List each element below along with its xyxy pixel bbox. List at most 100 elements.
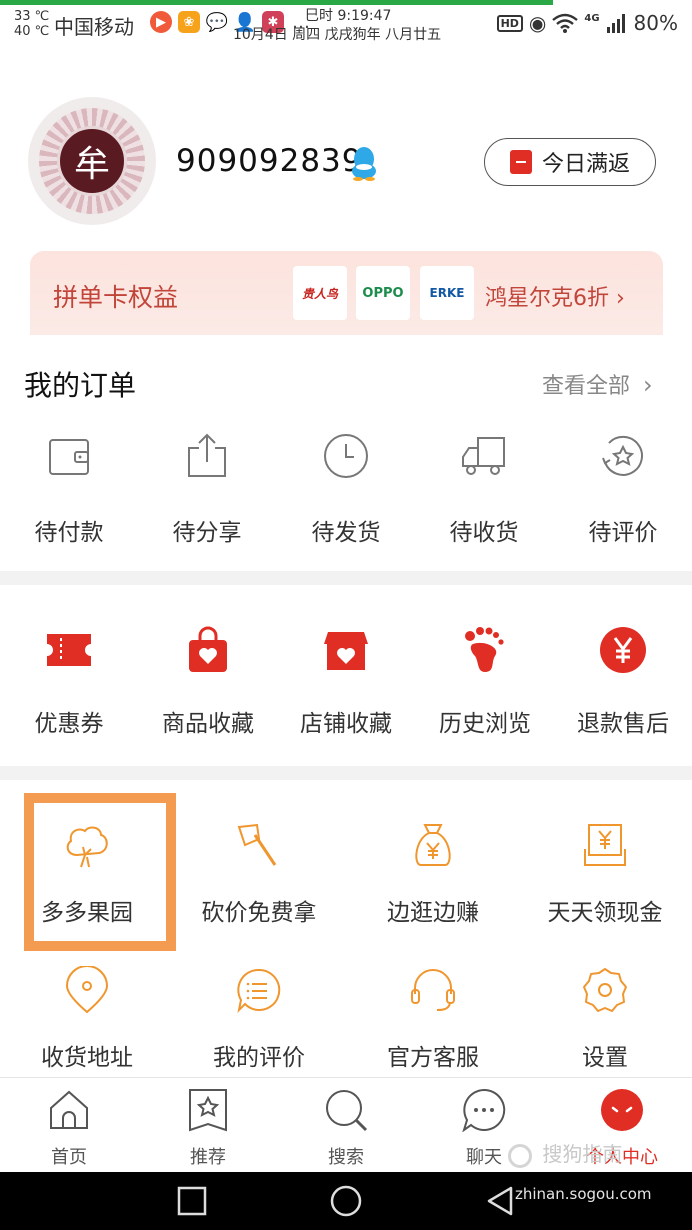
comment-icon <box>237 968 281 1014</box>
bag-heart-icon <box>189 626 227 672</box>
brand-logo-oppo: OPPO <box>356 266 410 320</box>
promo-text: 鸿星尔克6折 <box>485 286 609 311</box>
avatar-char: 牟 <box>57 126 127 196</box>
tool-label: 天天领现金 <box>547 900 663 926</box>
func-browse-history[interactable]: 历史浏览 <box>415 626 555 738</box>
settings-icon <box>583 968 627 1012</box>
avatar-frame: 牟 <box>39 108 145 214</box>
section-divider <box>0 766 692 780</box>
tool-label: 边逛边赚 <box>387 900 479 926</box>
func-label: 商品收藏 <box>162 711 254 737</box>
tool-daily-cash[interactable]: 天天领现金 <box>535 821 675 927</box>
profile-face-icon <box>601 1089 643 1131</box>
func-label: 退款售后 <box>577 711 669 737</box>
avatar[interactable]: 牟 <box>28 97 156 225</box>
watermark-text: 搜狗指南 <box>542 1142 623 1166</box>
tool-browse-earn[interactable]: 边逛边赚 <box>363 821 503 927</box>
coupon-icon <box>47 634 91 666</box>
footprint-icon <box>465 627 504 672</box>
chevron-right-icon: › <box>609 286 625 311</box>
yuan-circle-icon <box>600 627 646 673</box>
tool-customer-service[interactable]: 官方客服 <box>363 966 503 1072</box>
tool-bargain-free[interactable]: 砍价免费拿 <box>189 821 329 927</box>
func-label: 店铺收藏 <box>300 711 392 737</box>
func-refund-service[interactable]: 退款售后 <box>553 626 692 738</box>
order-pending-payment[interactable]: 待付款 <box>9 432 129 547</box>
tool-label: 砍价免费拿 <box>201 900 317 926</box>
tool-label: 设置 <box>582 1045 628 1071</box>
chat-icon <box>462 1088 506 1133</box>
brand-logo-erke: ERKE <box>420 266 474 320</box>
carrier-name: 中国移动 <box>54 15 134 39</box>
order-label: 待评价 <box>588 520 658 546</box>
system-status: HD ◉ 4G 80% <box>496 11 678 35</box>
date: 10月4日 周四 戊戌狗年 八月廿五 <box>233 27 442 43</box>
shopping-app-icon: ❀ <box>178 11 200 33</box>
cash-envelope-icon <box>584 824 626 866</box>
network-type: 4G <box>584 12 600 24</box>
benefit-promo-link[interactable]: 鸿星尔克6折 › <box>485 280 625 312</box>
share-box-icon <box>188 433 226 477</box>
func-label: 历史浏览 <box>439 711 531 737</box>
temperature: 33 ℃ 40 ℃ <box>14 9 49 39</box>
home-icon <box>50 1090 88 1129</box>
wechat-icon: 💬 <box>205 11 229 33</box>
tab-search[interactable]: 搜索 <box>306 1088 386 1169</box>
watermark-logo: 搜狗指南 <box>508 1138 622 1168</box>
tab-recommend[interactable]: 推荐 <box>168 1088 248 1169</box>
video-app-icon: ▶ <box>150 11 172 33</box>
tab-label: 搜索 <box>328 1147 364 1168</box>
daily-rebate-button[interactable]: 今日满返 <box>484 138 656 186</box>
back-button[interactable] <box>485 1186 515 1216</box>
battery-level: 80% <box>633 11 678 35</box>
daily-rebate-label: 今日满返 <box>541 152 630 177</box>
func-coupons[interactable]: 优惠券 <box>0 626 139 738</box>
order-label: 待分享 <box>172 520 242 546</box>
clock: 巳时 9:19:47 <box>305 8 392 24</box>
tab-home[interactable]: 首页 <box>29 1088 109 1169</box>
hd-icon: HD <box>496 14 523 32</box>
signal-icon <box>606 14 625 33</box>
func-label: 优惠券 <box>34 711 104 737</box>
truck-icon <box>462 437 505 475</box>
location-icon <box>65 965 109 1014</box>
axe-icon <box>237 823 277 866</box>
tool-settings[interactable]: 设置 <box>535 966 675 1072</box>
func-product-favorites[interactable]: 商品收藏 <box>138 626 278 738</box>
wallet-icon <box>49 439 89 475</box>
home-button[interactable] <box>330 1185 362 1217</box>
func-shop-favorites[interactable]: 店铺收藏 <box>276 626 416 738</box>
view-all-label: 查看全部 <box>542 374 631 399</box>
headset-icon <box>411 969 455 1011</box>
status-bar: 33 ℃ 40 ℃ 中国移动 ▶ ❀ 💬 👤 ✱ … 巳时 9:19:47 10… <box>0 5 692 45</box>
brand-logo-guirenniao: 贵人鸟 <box>293 266 347 320</box>
tab-label: 推荐 <box>190 1147 226 1168</box>
temp-high: 33 ℃ <box>14 9 50 24</box>
order-label: 待发货 <box>311 520 381 546</box>
recommend-icon <box>189 1089 227 1132</box>
eye-icon: ◉ <box>528 11 547 35</box>
review-star-icon <box>602 435 643 476</box>
clock-icon <box>324 434 368 478</box>
chevron-right-icon: › <box>643 371 653 399</box>
wifi-icon <box>552 13 579 33</box>
orders-title: 我的订单 <box>24 369 137 402</box>
qq-icon <box>352 147 376 181</box>
money-bag-icon <box>415 824 451 866</box>
section-divider <box>0 571 692 585</box>
red-packet-icon <box>509 150 532 174</box>
watermark-url: zhinan.sogou.com <box>515 1185 652 1203</box>
tool-label: 官方客服 <box>387 1045 479 1071</box>
tab-label: 首页 <box>51 1147 87 1168</box>
view-all-orders-link[interactable]: 查看全部 › <box>542 368 653 400</box>
sogou-logo-icon <box>508 1143 532 1168</box>
tool-label: 我的评价 <box>213 1045 305 1071</box>
tool-shipping-address[interactable]: 收货地址 <box>17 965 157 1072</box>
order-pending-delivery[interactable]: 待发货 <box>286 432 406 547</box>
order-pending-review[interactable]: 待评价 <box>563 432 683 547</box>
order-pending-receipt[interactable]: 待收货 <box>424 432 544 547</box>
tool-my-reviews[interactable]: 我的评价 <box>189 966 329 1072</box>
recent-apps-button[interactable] <box>177 1186 207 1216</box>
order-pending-share[interactable]: 待分享 <box>147 432 267 547</box>
order-label: 待付款 <box>34 520 104 546</box>
